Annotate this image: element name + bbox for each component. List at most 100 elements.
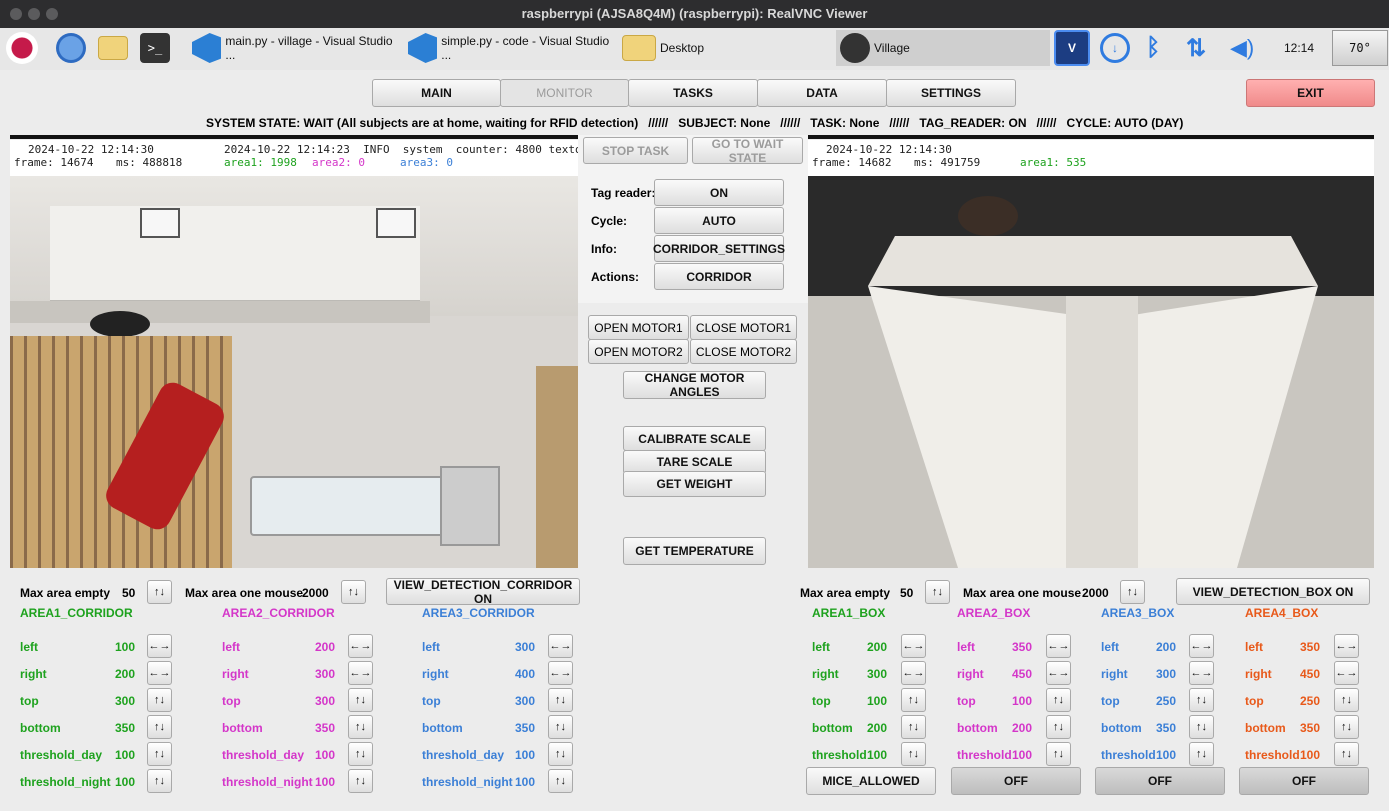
tab-settings[interactable]: SETTINGS [886, 79, 1016, 107]
box-area4-threshold-stepper[interactable]: ↑↓ [1334, 742, 1359, 766]
browser-icon[interactable] [56, 31, 90, 65]
box-max-area-empty-stepper[interactable]: ↑↓ [925, 580, 950, 604]
vnc-icon[interactable]: V [1054, 30, 1094, 66]
box-area3-toggle-button[interactable]: OFF [1095, 767, 1225, 795]
exit-button[interactable]: EXIT [1246, 79, 1375, 107]
box-area1-right-stepper[interactable]: ←→ [901, 661, 926, 685]
box-area1-top-stepper[interactable]: ↑↓ [901, 688, 926, 712]
corridor-area1-top-stepper[interactable]: ↑↓ [147, 688, 172, 712]
corridor-area1-right-stepper[interactable]: ←→ [147, 661, 172, 685]
corridor-area3-threshold_night-stepper[interactable]: ↑↓ [548, 769, 573, 793]
corridor-area3-right-stepper[interactable]: ←→ [548, 661, 573, 685]
box-area4-left-stepper[interactable]: ←→ [1334, 634, 1359, 658]
taskbar-app-desktop[interactable]: Desktop [622, 31, 832, 65]
download-icon[interactable]: ↓ [1100, 31, 1134, 65]
corridor-area3-threshold_day-value: 100 [515, 748, 536, 762]
go-to-wait-state-button[interactable]: GO TO WAIT STATE [692, 137, 803, 165]
zoom-window-icon[interactable] [46, 8, 58, 20]
taskbar-app-village[interactable]: Village [836, 30, 1050, 66]
box-area3-bottom-stepper[interactable]: ↑↓ [1189, 715, 1214, 739]
tab-tasks[interactable]: TASKS [628, 79, 758, 107]
box-area2-bottom-stepper[interactable]: ↑↓ [1046, 715, 1071, 739]
box-area4-toggle-button[interactable]: OFF [1239, 767, 1369, 795]
change-motor-angles-button[interactable]: CHANGE MOTOR ANGLES [623, 371, 766, 399]
close-window-icon[interactable] [10, 8, 22, 20]
volume-icon[interactable]: ◀) [1230, 31, 1254, 65]
stop-task-button[interactable]: STOP TASK [583, 137, 688, 164]
corridor-area3-top-stepper[interactable]: ↑↓ [548, 688, 573, 712]
info-button[interactable]: CORRIDOR_SETTINGS [653, 235, 785, 262]
corridor-area2-threshold_day-stepper[interactable]: ↑↓ [348, 742, 373, 766]
corridor-area3-left-stepper[interactable]: ←→ [548, 634, 573, 658]
box-area4-title: AREA4_BOX [1245, 606, 1319, 620]
corridor-area1-threshold_night-stepper[interactable]: ↑↓ [147, 769, 172, 793]
view-detection-box-button[interactable]: VIEW_DETECTION_BOX ON [1176, 578, 1370, 605]
corridor-max-area-one-mouse-label: Max area one mouse [185, 586, 304, 600]
clock[interactable]: 12:14 [1284, 31, 1314, 65]
temperature-widget[interactable]: 70° [1332, 30, 1388, 66]
box-area1-toggle-button[interactable]: MICE_ALLOWED [806, 767, 936, 795]
open-motor2-button[interactable]: OPEN MOTOR2 [588, 339, 689, 364]
corridor-area2-threshold_night-value: 100 [315, 775, 336, 789]
box-area2-threshold-stepper[interactable]: ↑↓ [1046, 742, 1071, 766]
corridor-area2-left-value: 200 [315, 640, 336, 654]
calibrate-scale-button[interactable]: CALIBRATE SCALE [623, 426, 766, 451]
corridor-area2-bottom-stepper[interactable]: ↑↓ [348, 715, 373, 739]
tab-main[interactable]: MAIN [372, 79, 501, 107]
box-area4-bottom-value: 350 [1300, 721, 1321, 735]
box-area1-left-stepper[interactable]: ←→ [901, 634, 926, 658]
bluetooth-icon[interactable]: ᛒ [1146, 31, 1160, 65]
cycle-button[interactable]: AUTO [654, 207, 784, 234]
close-motor2-button[interactable]: CLOSE MOTOR2 [690, 339, 797, 364]
corridor-area2-right-stepper[interactable]: ←→ [348, 661, 373, 685]
box-area1-bottom-stepper[interactable]: ↑↓ [901, 715, 926, 739]
corridor-area2-threshold_night-stepper[interactable]: ↑↓ [348, 769, 373, 793]
box-area4-top-stepper[interactable]: ↑↓ [1334, 688, 1359, 712]
network-icon[interactable]: ⇅ [1186, 31, 1206, 65]
box-area2-top-stepper[interactable]: ↑↓ [1046, 688, 1071, 712]
raspberry-menu-icon[interactable] [6, 31, 42, 65]
file-manager-icon[interactable] [98, 31, 132, 65]
box-area4-bottom-stepper[interactable]: ↑↓ [1334, 715, 1359, 739]
get-temperature-button[interactable]: GET TEMPERATURE [623, 537, 766, 565]
info-label: Info: [591, 242, 617, 256]
box-area3-left-stepper[interactable]: ←→ [1189, 634, 1214, 658]
close-motor1-button[interactable]: CLOSE MOTOR1 [690, 315, 797, 340]
corridor-area1-left-stepper[interactable]: ←→ [147, 634, 172, 658]
corridor-area3-top-label: top [422, 694, 441, 708]
box-area3-threshold-stepper[interactable]: ↑↓ [1189, 742, 1214, 766]
box-area2-left-stepper[interactable]: ←→ [1046, 634, 1071, 658]
terminal-icon[interactable]: >_ [140, 31, 174, 65]
box-area4-right-stepper[interactable]: ←→ [1334, 661, 1359, 685]
get-weight-button[interactable]: GET WEIGHT [623, 471, 766, 497]
box-area2-toggle-button[interactable]: OFF [951, 767, 1081, 795]
corridor-area1-bottom-stepper[interactable]: ↑↓ [147, 715, 172, 739]
box-area1-bottom-value: 200 [867, 721, 888, 735]
box-area3-top-stepper[interactable]: ↑↓ [1189, 688, 1214, 712]
box-max-area-one-mouse-stepper[interactable]: ↑↓ [1120, 580, 1145, 604]
actions-button[interactable]: CORRIDOR [654, 263, 784, 290]
corridor-area2-left-stepper[interactable]: ←→ [348, 634, 373, 658]
box-area2-threshold-label: threshold [957, 748, 1012, 762]
taskbar-app-main-py[interactable]: main.py - village - Visual Studio ... [192, 31, 402, 65]
tag-reader-button[interactable]: ON [654, 179, 784, 206]
box-area2-right-stepper[interactable]: ←→ [1046, 661, 1071, 685]
box-area1-threshold-stepper[interactable]: ↑↓ [901, 742, 926, 766]
corridor-area3-bottom-stepper[interactable]: ↑↓ [548, 715, 573, 739]
corridor-area1-threshold_day-stepper[interactable]: ↑↓ [147, 742, 172, 766]
view-detection-corridor-button[interactable]: VIEW_DETECTION_CORRIDOR ON [386, 578, 580, 606]
corridor-area3-threshold_day-stepper[interactable]: ↑↓ [548, 742, 573, 766]
corridor-max-area-one-mouse-stepper[interactable]: ↑↓ [341, 580, 366, 604]
corridor-max-area-empty-stepper[interactable]: ↑↓ [147, 580, 172, 604]
taskbar-app-simple-py[interactable]: simple.py - code - Visual Studio ... [408, 31, 618, 65]
corridor-area2-top-stepper[interactable]: ↑↓ [348, 688, 373, 712]
corridor-area1-threshold_day-value: 100 [115, 748, 136, 762]
tab-monitor[interactable]: MONITOR [500, 79, 629, 107]
box-area3-threshold-label: threshold [1101, 748, 1156, 762]
tab-data[interactable]: DATA [757, 79, 887, 107]
corridor-area1-right-label: right [20, 667, 47, 681]
open-motor1-button[interactable]: OPEN MOTOR1 [588, 315, 689, 340]
box-area3-right-stepper[interactable]: ←→ [1189, 661, 1214, 685]
corridor-area3-left-value: 300 [515, 640, 536, 654]
minimize-window-icon[interactable] [28, 8, 40, 20]
